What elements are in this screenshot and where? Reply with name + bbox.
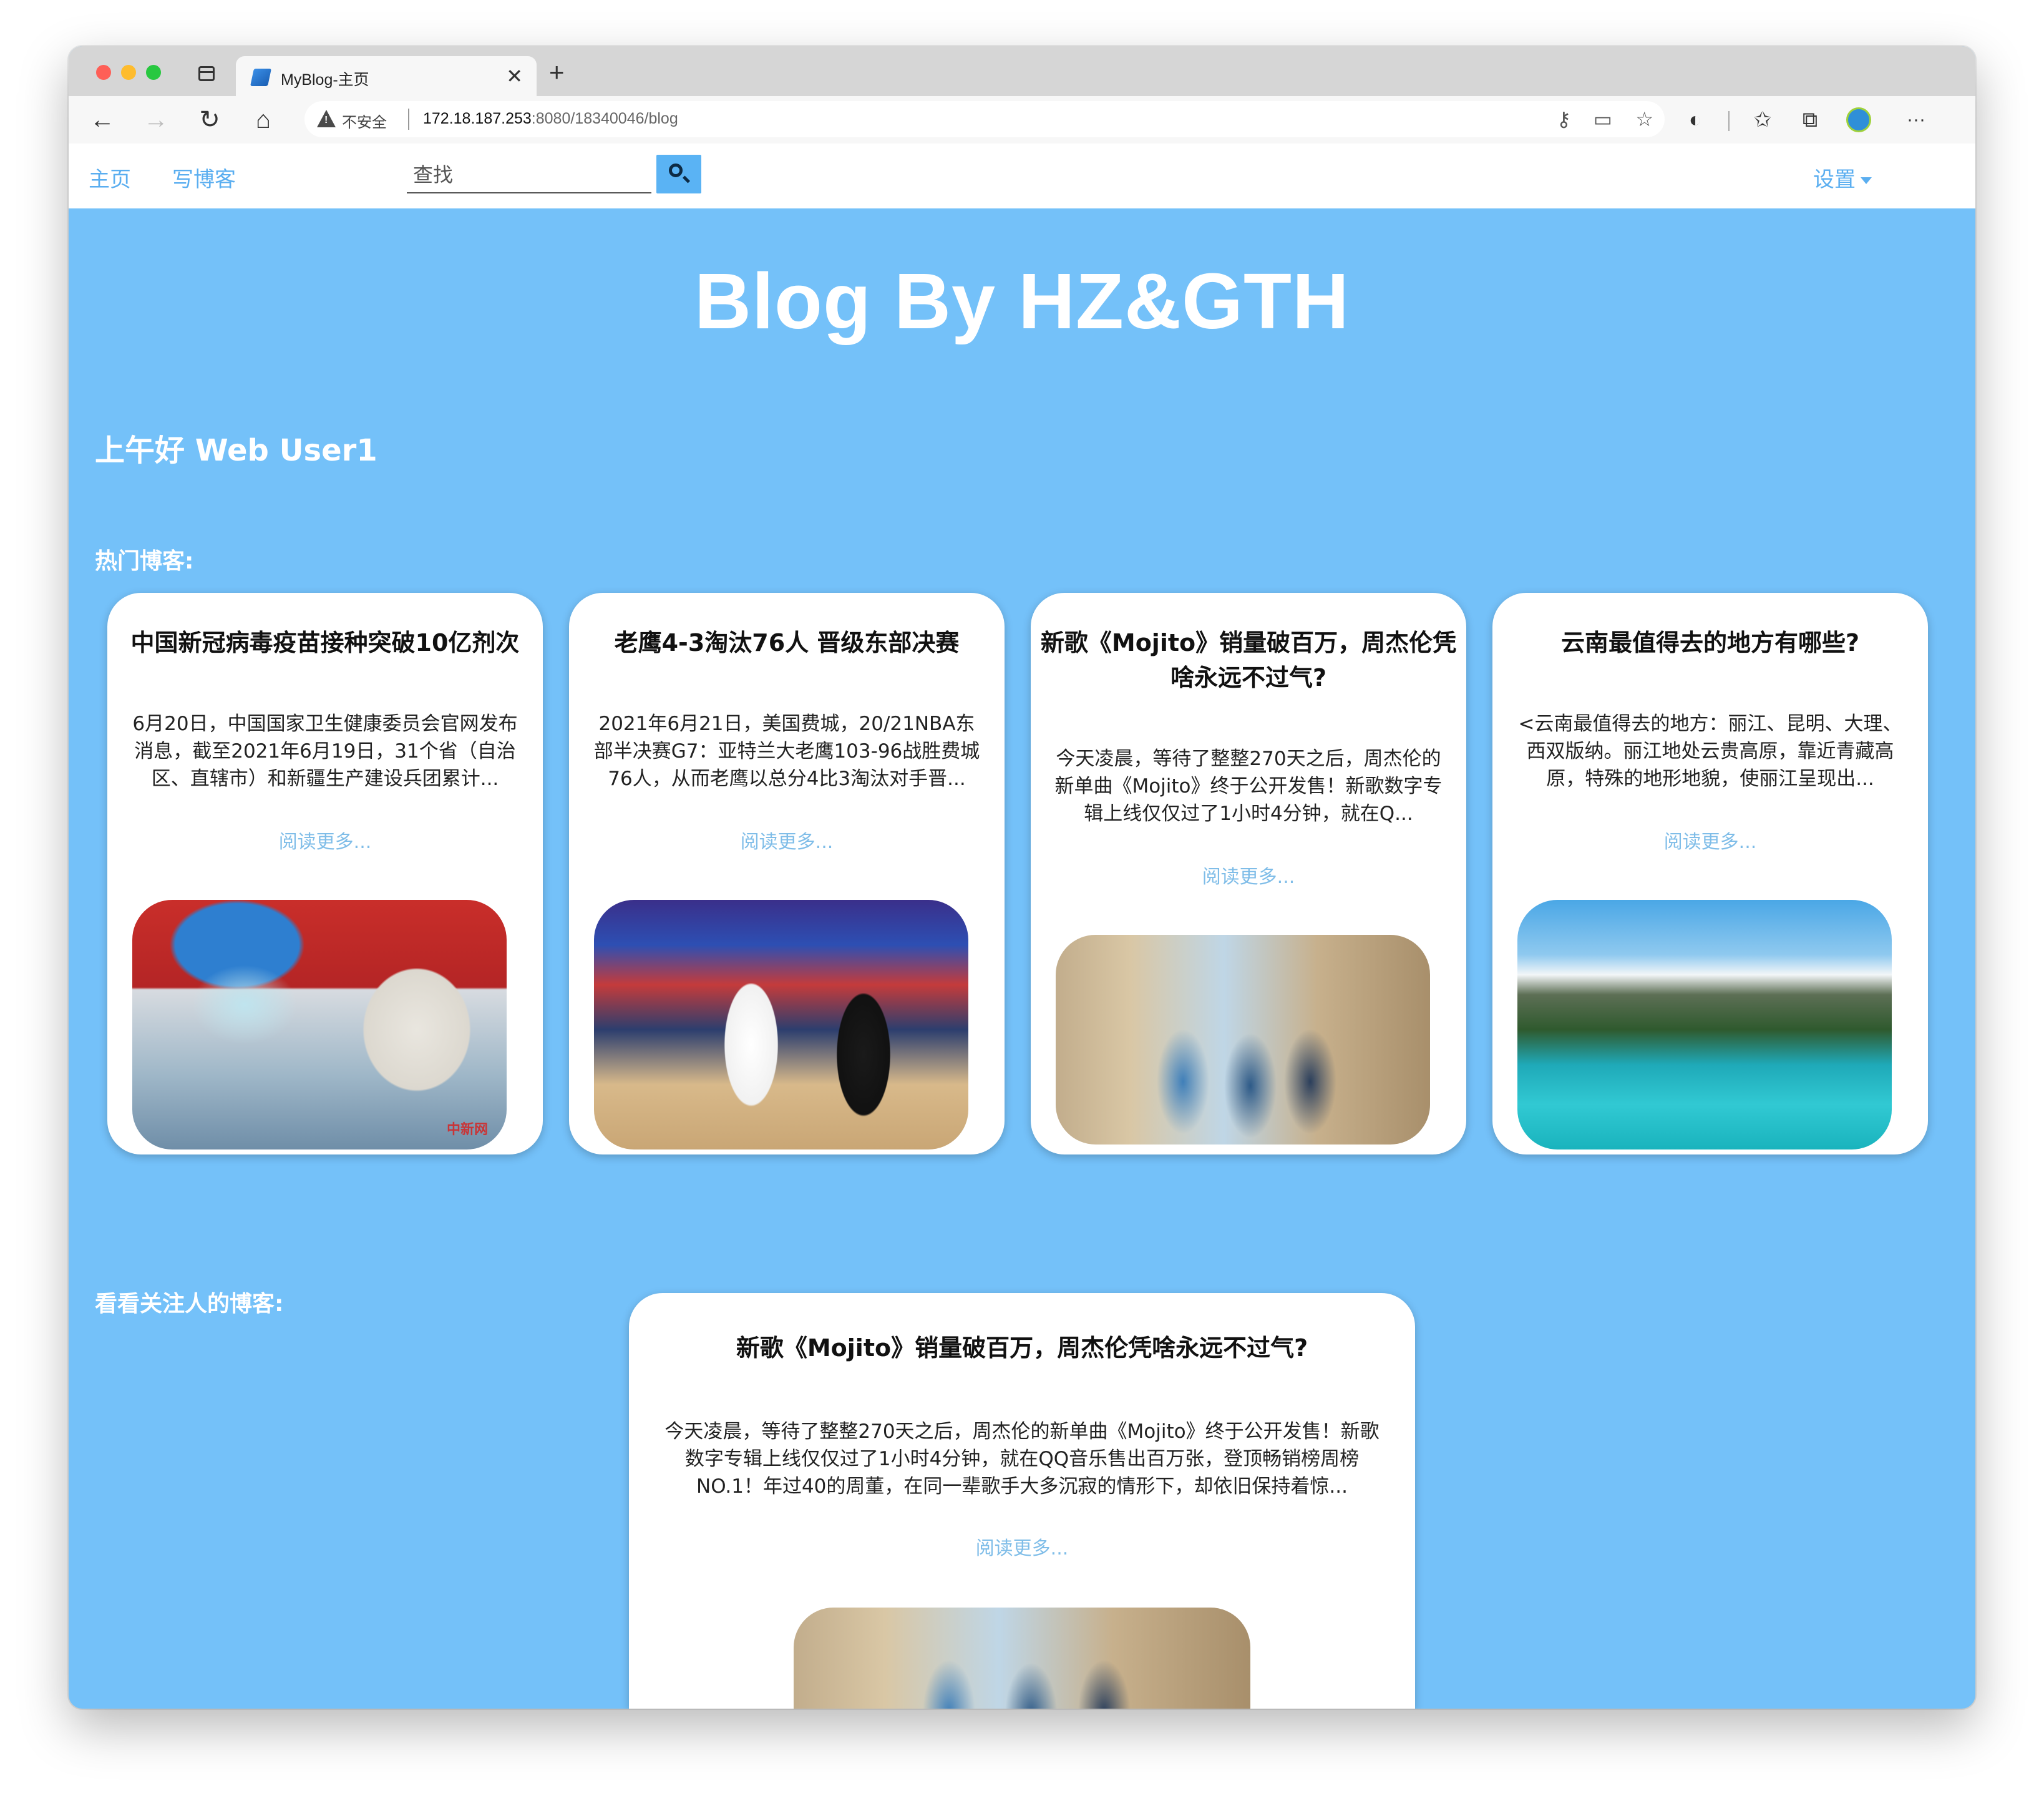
home-icon[interactable]: ⌂ bbox=[246, 102, 281, 137]
post-image[interactable]: 中新网 bbox=[132, 900, 507, 1149]
read-more-link[interactable]: 阅读更多... bbox=[1492, 826, 1928, 854]
search-button[interactable] bbox=[656, 155, 701, 193]
post-image[interactable] bbox=[594, 900, 968, 1149]
image-watermark: 中新网 bbox=[446, 1121, 488, 1137]
minimize-window-button[interactable] bbox=[121, 65, 136, 80]
post-excerpt: 2021年6月21日，美国费城，20/21NBA东部半决赛G7：亚特兰大老鹰10… bbox=[593, 713, 980, 790]
hot-blogs-heading: 热门博客: bbox=[95, 549, 194, 574]
post-title[interactable]: 新歌《Mojito》销量破百万，周杰伦凭啥永远不过气? bbox=[1039, 625, 1458, 695]
url-path: :8080/18340046/blog bbox=[531, 110, 678, 127]
back-icon[interactable]: ← bbox=[85, 102, 120, 137]
favorites-icon[interactable]: ✩ bbox=[1747, 105, 1778, 135]
page-title: Blog By HZ&GTH bbox=[694, 257, 1350, 345]
profile-avatar bbox=[1846, 107, 1871, 132]
browser-tab-active[interactable]: MyBlog-主页 ✕ bbox=[236, 56, 537, 96]
read-more-link[interactable]: 阅读更多... bbox=[629, 1533, 1415, 1560]
read-more-link[interactable]: 阅读更多... bbox=[569, 826, 1005, 854]
post-title[interactable]: 云南最值得去的地方有哪些? bbox=[1501, 625, 1919, 660]
browser-toolbar: ← → ↻ ⌂ 不安全 172.18.187.253:8080/18340046… bbox=[69, 96, 1975, 145]
caret-down-icon bbox=[1861, 177, 1872, 184]
address-divider bbox=[408, 109, 409, 130]
tab-title: MyBlog-主页 bbox=[281, 71, 369, 89]
forward-icon[interactable]: → bbox=[139, 102, 173, 137]
read-more-link[interactable]: 阅读更多... bbox=[107, 826, 543, 854]
site-navbar: 主页 写博客 设置 bbox=[69, 144, 1975, 208]
nav-home-link[interactable]: 主页 bbox=[89, 162, 131, 193]
security-label[interactable]: 不安全 bbox=[342, 110, 387, 132]
profile-icon[interactable] bbox=[1843, 105, 1874, 140]
browser-window: MyBlog-主页 ✕ + ← → ↻ ⌂ 不安全 172.18.187.253… bbox=[69, 46, 1975, 1709]
address-bar[interactable]: 不安全 172.18.187.253:8080/18340046/blog ⚷ … bbox=[304, 101, 1665, 137]
post-excerpt: 6月20日，中国国家卫生健康委员会官网发布消息，截至2021年6月19日，31个… bbox=[132, 713, 518, 790]
search-icon bbox=[669, 164, 683, 177]
url-host: 172.18.187.253 bbox=[423, 110, 532, 127]
following-post-card[interactable]: 新歌《Mojito》销量破百万，周杰伦凭啥永远不过气? 今天凌晨，等待了整整27… bbox=[629, 1293, 1415, 1709]
url-text[interactable]: 172.18.187.253:8080/18340046/blog bbox=[423, 110, 678, 128]
close-window-button[interactable] bbox=[96, 65, 111, 80]
extension-icon[interactable]: ◐ bbox=[1680, 105, 1711, 135]
hot-post-card[interactable]: 新歌《Mojito》销量破百万，周杰伦凭啥永远不过气? 今天凌晨，等待了整整27… bbox=[1031, 593, 1466, 1154]
post-excerpt: <云南最值得去的地方：丽江、昆明、大理、西双版纳。丽江地处云贵高原，靠近青藏高原… bbox=[1518, 713, 1902, 790]
warning-icon bbox=[317, 110, 336, 127]
hot-post-card[interactable]: 老鹰4-3淘汰76人 晋级东部决赛 2021年6月21日，美国费城，20/21N… bbox=[569, 593, 1005, 1154]
post-excerpt: 今天凌晨，等待了整整270天之后，周杰伦的新单曲《Mojito》终于公开发售！新… bbox=[1054, 748, 1443, 825]
hot-post-card[interactable]: 中国新冠病毒疫苗接种突破10亿剂次 6月20日，中国国家卫生健康委员会官网发布消… bbox=[107, 593, 543, 1154]
nav-write-blog-link[interactable]: 写博客 bbox=[172, 162, 236, 193]
reload-icon[interactable]: ↻ bbox=[192, 102, 227, 137]
settings-label: 设置 bbox=[1813, 167, 1856, 192]
reader-mode-icon[interactable]: ▭ bbox=[1594, 106, 1612, 132]
post-title[interactable]: 新歌《Mojito》销量破百万，周杰伦凭啥永远不过气? bbox=[638, 1330, 1406, 1365]
settings-dropdown[interactable]: 设置 bbox=[1813, 162, 1872, 193]
hot-post-card[interactable]: 云南最值得去的地方有哪些? <云南最值得去的地方：丽江、昆明、大理、西双版纳。丽… bbox=[1492, 593, 1928, 1154]
add-favorite-icon[interactable]: ☆ bbox=[1635, 106, 1653, 132]
post-image[interactable] bbox=[1517, 900, 1892, 1149]
close-tab-icon[interactable]: ✕ bbox=[506, 64, 523, 89]
post-title[interactable]: 中国新冠病毒疫苗接种突破10亿剂次 bbox=[116, 625, 534, 660]
toolbar-divider bbox=[1728, 111, 1730, 131]
maximize-window-button[interactable] bbox=[146, 65, 161, 80]
browser-tab-bar: MyBlog-主页 ✕ + bbox=[69, 46, 1975, 96]
following-blogs-heading: 看看关注人的博客: bbox=[95, 1291, 284, 1317]
tab-actions-icon[interactable] bbox=[198, 66, 215, 81]
collections-icon[interactable]: ⧉ bbox=[1794, 105, 1826, 135]
read-more-link[interactable]: 阅读更多... bbox=[1031, 861, 1466, 889]
post-title[interactable]: 老鹰4-3淘汰76人 晋级东部决赛 bbox=[578, 625, 996, 660]
post-image[interactable] bbox=[794, 1608, 1250, 1709]
post-image[interactable] bbox=[1056, 935, 1430, 1145]
greeting-text: 上午好 Web User1 bbox=[95, 433, 377, 468]
key-icon[interactable]: ⚷ bbox=[1557, 106, 1571, 132]
post-excerpt: 今天凌晨，等待了整整270天之后，周杰伦的新单曲《Mojito》终于公开发售！新… bbox=[664, 1420, 1380, 1498]
new-tab-icon[interactable]: + bbox=[549, 59, 565, 86]
search-input[interactable] bbox=[407, 157, 651, 193]
more-options-icon[interactable]: ··· bbox=[1900, 105, 1932, 135]
site-favicon-icon bbox=[250, 69, 271, 86]
